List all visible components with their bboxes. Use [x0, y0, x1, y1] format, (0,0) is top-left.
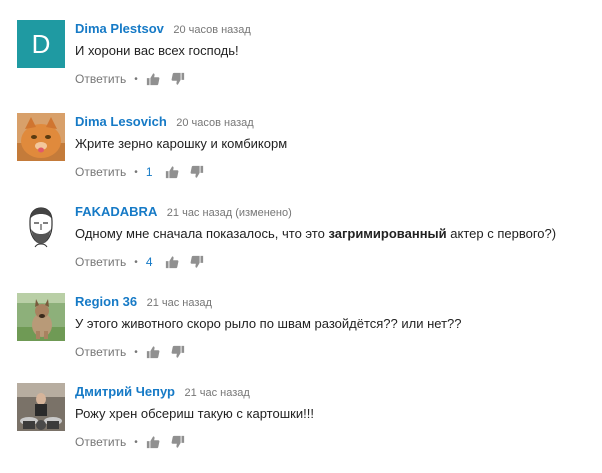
- comment-text: Одному мне сначала показалось, что это з…: [75, 226, 602, 242]
- avatar[interactable]: [17, 383, 65, 431]
- comment-text-part: актер с первого?): [446, 226, 557, 241]
- thumbs-down-icon[interactable]: [171, 435, 185, 449]
- comment-timestamp[interactable]: 21 час назад: [147, 297, 212, 309]
- thumbs-up-icon[interactable]: [165, 165, 179, 179]
- avatar[interactable]: [17, 113, 65, 161]
- comment-timestamp[interactable]: 21 час назад (изменено): [167, 207, 292, 219]
- reply-button[interactable]: Ответить: [75, 165, 126, 179]
- thumbs-down-icon[interactable]: [190, 165, 204, 179]
- comment-actions: Ответить •: [75, 342, 602, 362]
- thumbs-up-icon[interactable]: [146, 345, 160, 359]
- comment-item: FAKADABRA 21 час назад (изменено) Одному…: [0, 203, 602, 293]
- comment-actions: Ответить •: [75, 432, 602, 452]
- thumbs-down-icon[interactable]: [171, 72, 185, 86]
- reply-button[interactable]: Ответить: [75, 255, 126, 269]
- comment-item: Дмитрий Чепур 21 час назад Рожу хрен обс…: [0, 383, 602, 473]
- reply-button[interactable]: Ответить: [75, 435, 126, 449]
- comment-author[interactable]: Dima Lesovich: [75, 114, 167, 129]
- comment-item: Dima Lesovich 20 часов назад Жрите зерно…: [0, 113, 602, 203]
- comment-timestamp[interactable]: 20 часов назад: [176, 117, 253, 129]
- bearded-man-avatar-icon: [17, 203, 65, 251]
- comment-author[interactable]: Region 36: [75, 294, 137, 309]
- comment-author[interactable]: Дмитрий Чепур: [75, 384, 175, 399]
- comment-actions: Ответить • 1: [75, 162, 602, 182]
- comment-text: Жрите зерно карошку и комбикорм: [75, 136, 288, 151]
- cat-avatar-icon: [17, 113, 65, 161]
- thumbs-down-icon[interactable]: [190, 255, 204, 269]
- comment-text: У этого животного скоро рыло по швам раз…: [75, 316, 462, 331]
- comment-timestamp[interactable]: 21 час назад: [184, 387, 249, 399]
- like-count: 4: [145, 255, 153, 269]
- avatar[interactable]: [17, 293, 65, 341]
- comment-text-bold: загримированный: [328, 226, 447, 241]
- separator-dot: •: [134, 166, 138, 178]
- thumbs-up-icon[interactable]: [146, 72, 160, 86]
- comment-text: И хорони вас всех господь!: [75, 43, 239, 58]
- thumbs-down-icon[interactable]: [171, 345, 185, 359]
- separator-dot: •: [134, 256, 138, 268]
- comment-author[interactable]: FAKADABRA: [75, 204, 157, 219]
- dog-avatar-icon: [17, 293, 65, 341]
- avatar[interactable]: [17, 203, 65, 251]
- reply-button[interactable]: Ответить: [75, 345, 126, 359]
- comment-actions: Ответить •: [75, 69, 602, 89]
- comment-text-part: Одному мне сначала показалось, что это: [75, 226, 329, 241]
- avatar[interactable]: D: [17, 20, 65, 68]
- like-count: 1: [145, 165, 153, 179]
- drummer-avatar-icon: [17, 383, 65, 431]
- comment-author[interactable]: Dima Plestsov: [75, 21, 164, 36]
- comment-text: Рожу хрен обсериш такую с картошки!!!: [75, 406, 314, 421]
- comment-item: Region 36 21 час назад У этого животного…: [0, 293, 602, 383]
- thumbs-up-icon[interactable]: [146, 435, 160, 449]
- separator-dot: •: [134, 346, 138, 358]
- svg-text:D: D: [32, 29, 51, 59]
- comment-actions: Ответить • 4: [75, 252, 602, 272]
- thumbs-up-icon[interactable]: [165, 255, 179, 269]
- separator-dot: •: [134, 436, 138, 448]
- reply-button[interactable]: Ответить: [75, 72, 126, 86]
- comment-item: D Dima Plestsov 20 часов назад И хорони …: [0, 20, 602, 110]
- separator-dot: •: [134, 73, 138, 85]
- comment-timestamp[interactable]: 20 часов назад: [173, 24, 250, 36]
- letter-avatar-icon: D: [17, 20, 65, 68]
